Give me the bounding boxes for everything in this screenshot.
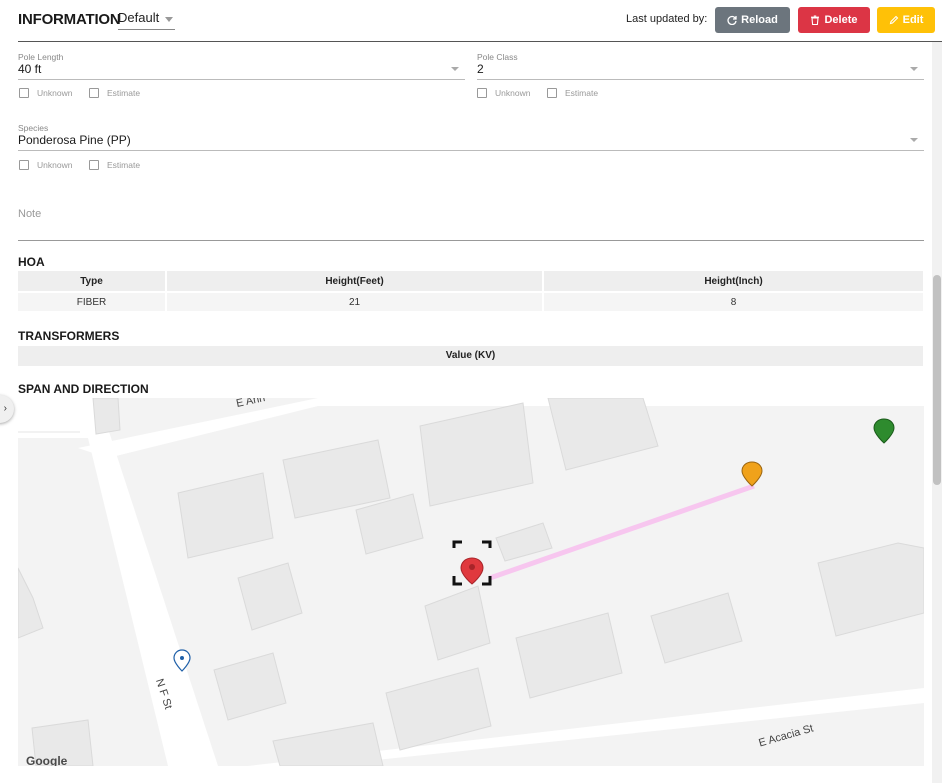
hoa-cell-type: FIBER	[18, 291, 165, 311]
trash-icon	[811, 15, 820, 25]
pole-length-value: 40 ft	[18, 62, 42, 76]
pole-class-estimate-checkbox[interactable]: Estimate	[547, 88, 598, 98]
pencil-icon	[889, 15, 898, 25]
unknown-label: Unknown	[495, 88, 531, 98]
span-map[interactable]: E Acacia St N F St E Ann Google	[18, 398, 924, 766]
chevron-down-icon	[910, 67, 918, 71]
orange-marker-icon[interactable]	[741, 461, 763, 487]
species-unknown-checkbox[interactable]: Unknown	[19, 160, 72, 170]
checkbox-box[interactable]	[477, 88, 487, 98]
hoa-table: Type Height(Feet) Height(Inch) FIBER 21 …	[16, 271, 925, 311]
delete-button[interactable]: Delete	[798, 7, 870, 33]
sidebar-toggle-button[interactable]: ›	[0, 395, 14, 423]
view-select[interactable]: Default	[118, 10, 175, 30]
chevron-down-icon	[451, 67, 459, 71]
unknown-label: Unknown	[37, 160, 73, 170]
pole-length-select[interactable]: Pole Length 40 ft	[18, 52, 465, 80]
hoa-cell-height-feet: 21	[167, 291, 542, 311]
pole-class-value: 2	[477, 62, 484, 76]
species-flags: Unknown Estimate	[19, 160, 219, 172]
species-estimate-checkbox[interactable]: Estimate	[89, 160, 140, 170]
hoa-col-height-feet: Height(Feet)	[167, 271, 542, 291]
table-row: FIBER 21 8	[18, 291, 923, 311]
hoa-header-row: Type Height(Feet) Height(Inch)	[18, 271, 923, 291]
chevron-down-icon	[910, 138, 918, 142]
page-title: INFORMATION	[18, 11, 121, 28]
species-select[interactable]: Species Ponderosa Pine (PP)	[18, 123, 924, 151]
transformers-col-value: Value (KV)	[18, 346, 923, 366]
checkbox-box[interactable]	[89, 88, 99, 98]
hoa-col-height-inch: Height(Inch)	[544, 271, 923, 291]
hoa-col-type: Type	[18, 271, 165, 291]
reload-label: Reload	[741, 14, 778, 26]
google-logo: Google	[26, 754, 68, 766]
checkbox-box[interactable]	[547, 88, 557, 98]
pole-length-unknown-checkbox[interactable]: Unknown	[19, 88, 72, 98]
checkbox-box[interactable]	[19, 88, 29, 98]
pole-length-label: Pole Length	[18, 52, 64, 62]
pole-class-label: Pole Class	[477, 52, 518, 62]
last-updated-label: Last updated by:	[626, 13, 708, 25]
note-placeholder: Note	[18, 208, 42, 220]
green-marker-icon[interactable]	[873, 418, 895, 444]
map-canvas[interactable]	[18, 398, 924, 766]
species-value: Ponderosa Pine (PP)	[18, 133, 131, 147]
chevron-right-icon: ›	[3, 403, 7, 414]
estimate-label: Estimate	[107, 160, 141, 170]
pole-class-unknown-checkbox[interactable]: Unknown	[477, 88, 530, 98]
note-field[interactable]: Note	[18, 205, 924, 241]
pole-class-select[interactable]: Pole Class 2	[477, 52, 924, 80]
view-select-value: Default	[118, 10, 160, 25]
refresh-icon	[727, 15, 737, 25]
chevron-down-icon	[165, 17, 173, 22]
pole-length-flags: Unknown Estimate	[19, 88, 219, 100]
checkbox-box[interactable]	[89, 160, 99, 170]
reload-button[interactable]: Reload	[715, 7, 790, 33]
edit-button[interactable]: Edit	[877, 7, 935, 33]
transformers-title: TRANSFORMERS	[18, 329, 120, 343]
info-header: INFORMATION Default Last updated by: Rel…	[18, 0, 942, 42]
edit-label: Edit	[902, 14, 924, 26]
delete-label: Delete	[824, 14, 858, 26]
estimate-label: Estimate	[565, 88, 599, 98]
scrollbar-thumb[interactable]	[933, 275, 941, 485]
hoa-cell-height-inch: 8	[544, 291, 923, 311]
estimate-label: Estimate	[107, 88, 141, 98]
hoa-title: HOA	[18, 255, 45, 269]
unknown-label: Unknown	[37, 88, 73, 98]
pole-class-flags: Unknown Estimate	[477, 88, 677, 100]
selected-pole-marker-icon[interactable]	[452, 540, 492, 586]
checkbox-box[interactable]	[19, 160, 29, 170]
species-label: Species	[18, 123, 49, 133]
pole-length-estimate-checkbox[interactable]: Estimate	[89, 88, 140, 98]
span-title: SPAN AND DIRECTION	[18, 382, 149, 396]
